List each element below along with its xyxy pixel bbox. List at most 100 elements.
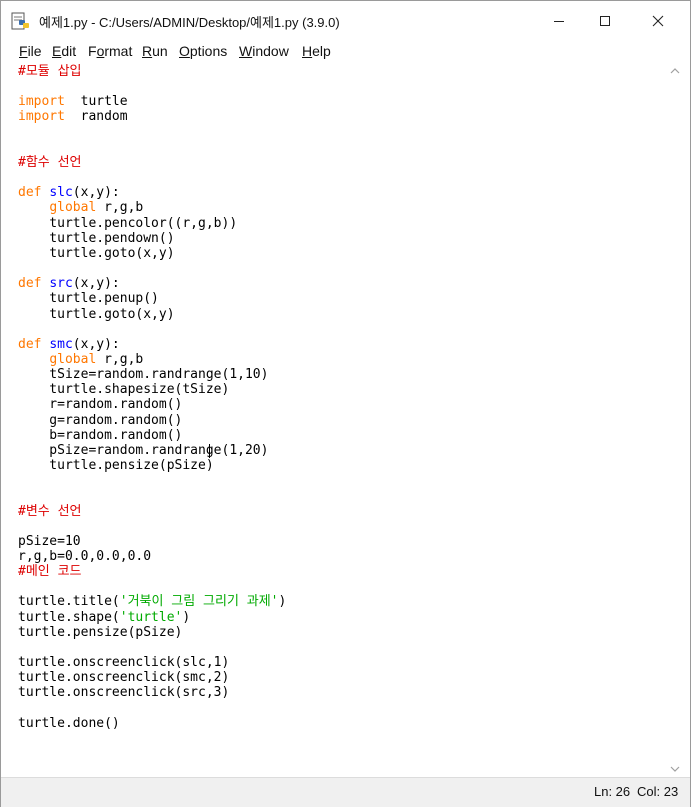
code-editor[interactable]: #모듈 삽입 import turtle import random #함수 선… xyxy=(11,63,667,777)
code-line[interactable]: r,g,b=0.0,0.0,0.0 xyxy=(18,549,151,564)
menu-format[interactable]: Format xyxy=(88,43,132,59)
maximize-button[interactable] xyxy=(579,1,631,41)
code-line[interactable]: turtle.pencolor((r,g,b)) xyxy=(18,216,237,231)
code-token: tSize=random.randrange(1,10) xyxy=(18,367,269,383)
code-line[interactable]: turtle.goto(x,y) xyxy=(18,306,175,322)
title-bar[interactable]: 예제1.py - C:/Users/ADMIN/Desktop/예제1.py (… xyxy=(1,1,690,41)
code-token: g=random.random() xyxy=(18,412,183,428)
menu-options-label: ptions xyxy=(189,43,228,59)
text-cursor xyxy=(209,444,210,458)
minimize-button[interactable] xyxy=(533,1,585,41)
menu-format-prefix: F xyxy=(88,43,97,59)
menu-file-mnemonic: F xyxy=(19,43,28,59)
code-token: smc xyxy=(49,336,73,352)
menu-help-mnemonic: H xyxy=(302,43,313,59)
code-line[interactable]: r=random.random() xyxy=(18,397,182,412)
code-token: turtle.goto(x,y) xyxy=(18,245,175,261)
code-token: b=random.random() xyxy=(18,427,183,443)
code-line[interactable]: #변수 선언 xyxy=(18,504,82,519)
code-token: '거북이 그림 그리기 과제' xyxy=(119,594,279,610)
minimize-icon xyxy=(554,21,564,22)
code-token: turtle.pensize(pSize) xyxy=(18,624,183,640)
menu-run-mnemonic: R xyxy=(142,43,153,59)
menu-window[interactable]: Window xyxy=(239,43,289,59)
code-line[interactable]: turtle.penup() xyxy=(18,291,159,306)
code-line[interactable]: turtle.onscreenclick(smc,2) xyxy=(18,670,229,685)
code-token: #모듈 삽입 xyxy=(18,64,82,79)
code-token: turtle.pensize(pSize) xyxy=(18,458,214,474)
vertical-scrollbar[interactable] xyxy=(667,63,684,777)
code-token: slc xyxy=(49,185,73,201)
menu-run[interactable]: Run xyxy=(142,43,168,59)
code-line[interactable]: turtle.goto(x,y) xyxy=(18,245,175,261)
chevron-up-icon[interactable] xyxy=(670,67,680,75)
code-token: turtle.done() xyxy=(18,715,120,731)
code-line[interactable]: b=random.random() xyxy=(18,428,182,443)
close-icon xyxy=(652,15,664,27)
code-line[interactable]: global r,g,b xyxy=(18,352,143,367)
code-line[interactable]: turtle.title('거북이 그림 그리기 과제') xyxy=(18,594,286,609)
code-line[interactable]: import random xyxy=(18,109,128,124)
code-line[interactable]: global r,g,b xyxy=(18,200,143,215)
menu-options[interactable]: Options xyxy=(179,43,227,59)
code-token: 'turtle' xyxy=(119,609,183,625)
code-token: def xyxy=(18,276,42,292)
menu-format-label: rmat xyxy=(104,43,133,59)
code-token: r,g,b xyxy=(96,351,144,367)
code-line[interactable]: tSize=random.randrange(1,10) xyxy=(18,367,268,382)
code-token: turtle.shapesize(tSize) xyxy=(18,382,230,398)
code-line[interactable]: turtle.shape('turtle') xyxy=(18,610,190,625)
menu-edit[interactable]: Edit xyxy=(52,43,76,59)
code-token: import xyxy=(18,94,65,110)
code-line[interactable]: turtle.shapesize(tSize) xyxy=(18,382,229,397)
code-token: def xyxy=(18,185,42,201)
window-title: 예제1.py - C:/Users/ADMIN/Desktop/예제1.py (… xyxy=(39,15,340,30)
code-token: random xyxy=(64,109,128,125)
code-token: global xyxy=(49,200,97,216)
code-line[interactable]: #함수 선언 xyxy=(18,155,82,170)
code-token: r,g,b xyxy=(96,200,144,216)
code-line[interactable]: #메인 코드 xyxy=(18,564,82,579)
code-line[interactable]: turtle.onscreenclick(slc,1) xyxy=(18,655,229,670)
code-line[interactable]: turtle.onscreenclick(src,3) xyxy=(18,685,229,700)
code-token: turtle.pencolor((r,g,b)) xyxy=(18,215,238,231)
code-token: (x,y): xyxy=(72,276,120,292)
menu-edit-mnemonic: E xyxy=(52,43,62,59)
code-token: turtle.goto(x,y) xyxy=(18,306,175,322)
code-token: import xyxy=(18,109,65,125)
code-token: turtle.penup() xyxy=(18,291,159,307)
code-line[interactable]: def src(x,y): xyxy=(18,276,120,291)
menu-options-mnemonic: O xyxy=(179,43,190,59)
code-line[interactable]: pSize=random.randrange(1,20) xyxy=(18,443,268,458)
code-token: turtle.title( xyxy=(18,594,120,610)
code-line[interactable]: g=random.random() xyxy=(18,413,182,428)
menu-file[interactable]: File xyxy=(19,43,42,59)
code-text[interactable]: #모듈 삽입 import turtle import random #함수 선… xyxy=(18,64,286,731)
maximize-icon xyxy=(600,16,610,26)
code-line[interactable]: turtle.pensize(pSize) xyxy=(18,458,214,474)
code-line[interactable]: turtle.pendown() xyxy=(18,230,175,246)
code-line[interactable]: def smc(x,y): xyxy=(18,337,120,352)
code-line[interactable]: def slc(x,y): xyxy=(18,185,120,200)
status-column-number: Col: 23 xyxy=(637,784,679,799)
code-line[interactable]: turtle.pensize(pSize) xyxy=(18,625,182,640)
code-token: #변수 선언 xyxy=(18,503,82,519)
code-token: turtle.pendown() xyxy=(18,230,175,246)
menu-help-label: elp xyxy=(312,43,331,59)
idle-editor-window: 예제1.py - C:/Users/ADMIN/Desktop/예제1.py (… xyxy=(0,0,691,807)
code-token: src xyxy=(49,276,73,292)
menu-run-label: un xyxy=(152,43,168,59)
close-button[interactable] xyxy=(632,1,684,41)
code-line[interactable]: import turtle xyxy=(18,94,128,109)
chevron-down-icon[interactable] xyxy=(670,765,680,773)
menu-help[interactable]: Help xyxy=(302,43,331,59)
code-token: ) xyxy=(278,594,287,610)
code-token: ) xyxy=(182,609,191,625)
code-line[interactable]: #모듈 삽입 xyxy=(18,64,82,79)
code-token: turtle.shape( xyxy=(18,609,120,625)
menu-bar: File Edit Format Run Options Window Help xyxy=(1,41,690,63)
code-line[interactable]: pSize=10 xyxy=(18,534,81,549)
code-line[interactable]: turtle.done() xyxy=(18,716,120,731)
code-token: turtle.onscreenclick(slc,1) xyxy=(18,655,230,671)
